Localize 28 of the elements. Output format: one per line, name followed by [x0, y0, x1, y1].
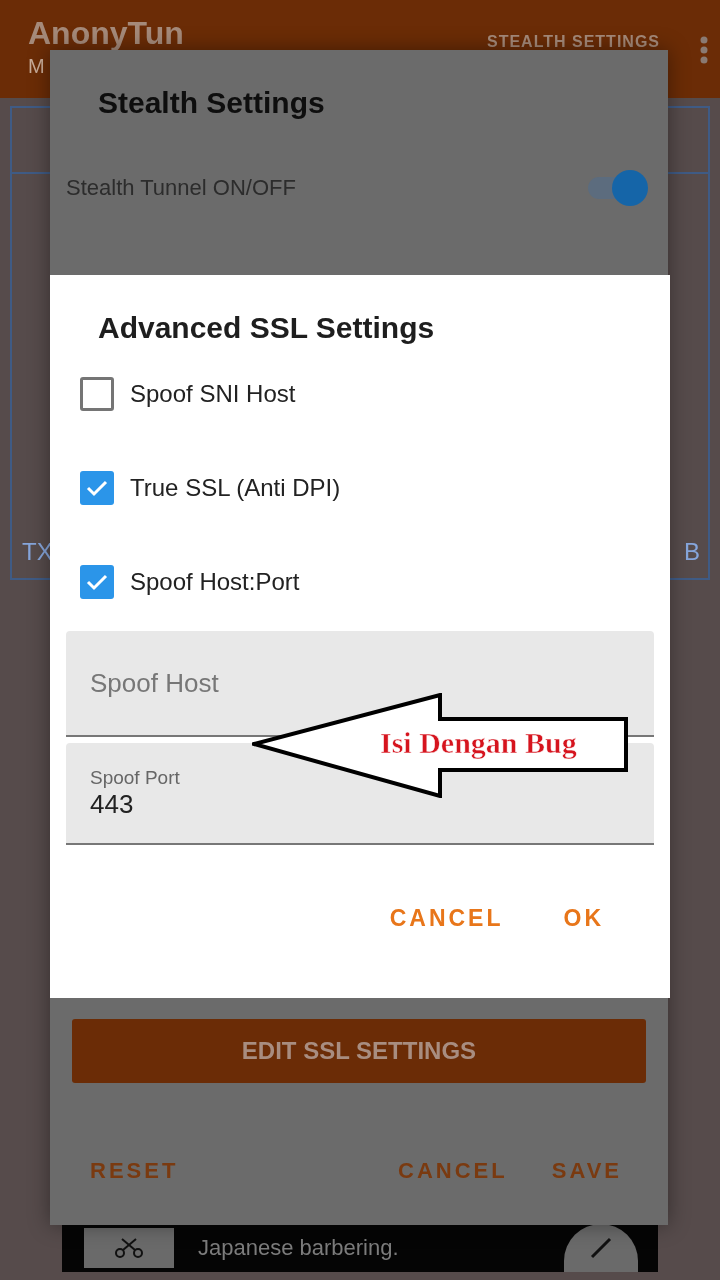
overflow-menu-icon[interactable]	[700, 36, 708, 64]
field-placeholder[interactable]: Spoof Host	[90, 667, 630, 699]
toggle-label: Stealth Tunnel ON/OFF	[66, 175, 296, 201]
checkbox[interactable]	[80, 377, 114, 411]
scissors-icon	[114, 1237, 144, 1259]
dialog-button[interactable]: RESET	[90, 1158, 179, 1184]
app-subtitle: M	[28, 54, 45, 79]
dialog-button[interactable]: OK	[563, 905, 604, 932]
dialog-title: Advanced SSL Settings	[98, 311, 436, 345]
field-value[interactable]: 443	[90, 788, 630, 820]
panel-label: B	[684, 538, 700, 566]
dialog-title: Stealth Settings	[98, 86, 326, 120]
ad-text: Japanese barbering.	[198, 1235, 400, 1261]
checkbox-label: Spoof Host:Port	[130, 568, 300, 596]
ad-banner[interactable]: Japanese barbering.	[62, 1224, 658, 1272]
panel-label: TX	[22, 538, 53, 566]
app-title: AnonyTun	[28, 14, 184, 52]
dialog-button[interactable]: CANCEL	[389, 905, 504, 932]
ad-open-button[interactable]	[564, 1224, 638, 1272]
field-label: Spoof Port	[90, 766, 181, 789]
checkbox-label: Spoof SNI Host	[130, 380, 296, 408]
stealth-settings-action[interactable]: STEALTH SETTINGS	[486, 34, 660, 50]
dialog-button[interactable]: CANCEL	[398, 1158, 508, 1184]
checkbox[interactable]	[80, 471, 114, 505]
checkbox-label: True SSL (Anti DPI)	[130, 474, 341, 502]
checkbox[interactable]	[80, 565, 114, 599]
dialog-button[interactable]: SAVE	[551, 1158, 622, 1184]
edit-ssl-settings-button[interactable]: EDIT SSL SETTINGS	[72, 1019, 646, 1083]
